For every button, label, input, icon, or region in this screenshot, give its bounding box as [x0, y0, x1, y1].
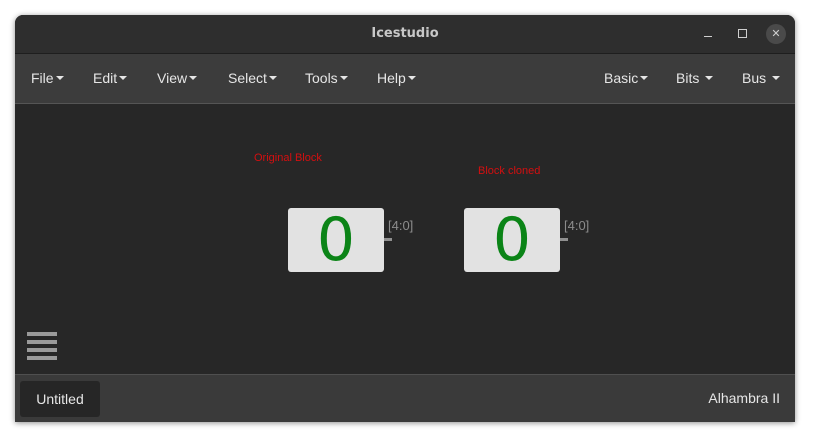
- menu-tools-label: Tools: [305, 70, 338, 86]
- minimize-button[interactable]: [698, 24, 718, 44]
- caret-down-icon: [772, 76, 781, 81]
- title-bar[interactable]: Icestudio ✕: [15, 15, 795, 54]
- menu-bus-label: Bus: [742, 70, 767, 86]
- menu-view-label: View: [157, 70, 188, 86]
- window-title: Icestudio: [371, 26, 439, 41]
- menu-edit-label: Edit: [93, 70, 118, 86]
- menu-view[interactable]: View: [157, 70, 198, 86]
- menu-help[interactable]: Help: [377, 70, 416, 86]
- port-label-original: [4:0]: [388, 218, 414, 233]
- menu-tools[interactable]: Tools: [305, 70, 348, 86]
- hamburger-menu-icon[interactable]: [27, 332, 57, 360]
- block-label-original: Original Block: [254, 152, 322, 164]
- close-button[interactable]: ✕: [766, 24, 786, 44]
- caret-down-icon: [640, 76, 649, 81]
- block-label-cloned: Block cloned: [478, 165, 541, 177]
- menu-bits[interactable]: Bits: [676, 70, 714, 86]
- menu-bus[interactable]: Bus: [742, 70, 781, 86]
- port-label-cloned: [4:0]: [564, 218, 590, 233]
- caret-down-icon: [55, 76, 64, 81]
- caret-down-icon: [339, 76, 348, 81]
- menu-bar: File Edit View Select Tools Help Basic B…: [15, 54, 795, 104]
- menu-edit[interactable]: Edit: [93, 70, 128, 86]
- maximize-icon: [737, 29, 747, 39]
- caret-down-icon: [119, 76, 128, 81]
- project-name-button[interactable]: Untitled: [20, 381, 100, 417]
- maximize-button[interactable]: [732, 24, 752, 44]
- output-port-original[interactable]: [384, 238, 392, 241]
- caret-down-icon: [705, 76, 714, 81]
- menu-bits-label: Bits: [676, 70, 700, 86]
- menu-help-label: Help: [377, 70, 406, 86]
- design-canvas[interactable]: Original Block 0 [4:0] Block cloned 0 [4…: [15, 104, 795, 374]
- menu-select-label: Select: [228, 70, 267, 86]
- caret-down-icon: [268, 76, 277, 81]
- constant-block-cloned[interactable]: 0: [464, 208, 560, 272]
- menu-file-label: File: [31, 70, 54, 86]
- menu-basic-label: Basic: [604, 70, 639, 86]
- status-footer: Untitled Alhambra II: [15, 374, 795, 422]
- menu-basic[interactable]: Basic: [604, 70, 649, 86]
- output-port-cloned[interactable]: [560, 238, 568, 241]
- caret-down-icon: [189, 76, 198, 81]
- app-window: Icestudio ✕ File Edit View Select Tools …: [15, 15, 795, 422]
- close-icon: ✕: [771, 28, 781, 40]
- caret-down-icon: [407, 76, 416, 81]
- constant-block-original[interactable]: 0: [288, 208, 384, 272]
- minimize-icon: [704, 36, 712, 38]
- menu-file[interactable]: File: [31, 70, 64, 86]
- board-selector[interactable]: Alhambra II: [708, 390, 780, 406]
- menu-select[interactable]: Select: [228, 70, 277, 86]
